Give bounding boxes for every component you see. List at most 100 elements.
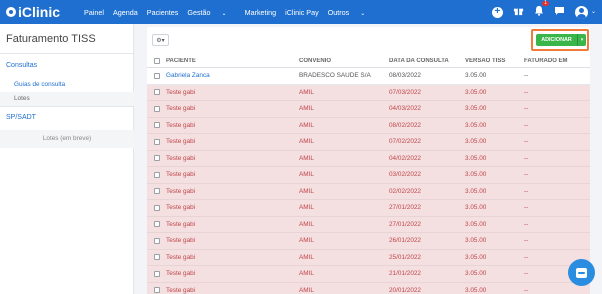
table-row[interactable]: Teste gabi AMIL 04/02/2022 3.05.00 -- xyxy=(147,150,590,167)
cell-data-da-consulta: 26/01/2022 xyxy=(389,237,421,245)
cell-versao-tiss: 3.05.00 xyxy=(465,187,487,195)
column-header-paciente[interactable]: PACIENTE xyxy=(166,58,299,64)
cell-versao-tiss: 3.05.00 xyxy=(465,72,487,80)
cell-paciente[interactable]: Teste gabi xyxy=(166,171,299,178)
row-checkbox[interactable] xyxy=(154,254,160,261)
main-nav: Painel Agenda Pacientes Gestão ⌄ Marketin… xyxy=(84,8,383,17)
nav-item-agenda[interactable]: Agenda xyxy=(113,8,138,17)
gift-icon[interactable] xyxy=(513,5,524,19)
table-row[interactable]: Teste gabi AMIL 07/02/2022 3.05.00 -- xyxy=(147,134,590,151)
nav-item-outros-label: Outros xyxy=(327,7,350,17)
add-button[interactable]: ADICIONAR ▾ xyxy=(536,34,586,46)
notification-badge: 1 xyxy=(542,0,549,6)
row-checkbox-cell xyxy=(147,204,166,211)
cell-versao-tiss: 3.05.00 xyxy=(465,270,487,278)
brand-logo[interactable]: iClinic xyxy=(6,4,60,20)
sidebar-footer-lotes-em-breve: Lotes (em breve) xyxy=(0,130,134,148)
table-row[interactable]: Teste gabi AMIL 04/03/2022 3.05.00 -- xyxy=(147,101,590,118)
chat-bubble-glyph xyxy=(576,267,587,278)
sidebar: Faturamento TISS Consultas Guias de cons… xyxy=(0,24,134,294)
row-checkbox[interactable] xyxy=(154,204,160,211)
bell-icon[interactable]: 1 xyxy=(534,1,549,19)
column-header-data-da-consulta[interactable]: DATA DA CONSULTA xyxy=(389,58,465,64)
cell-paciente[interactable]: Teste gabi xyxy=(166,237,299,244)
sidebar-item-lotes[interactable]: Lotes xyxy=(0,92,134,106)
cell-paciente[interactable]: Teste gabi xyxy=(166,254,299,261)
cell-paciente[interactable]: Teste gabi xyxy=(166,138,299,145)
nav-item-outros[interactable]: Outros ⌄ xyxy=(328,8,375,17)
table-body: Gabriela Zanca BRADESCO SAUDE S/A 08/03/20… xyxy=(147,68,590,294)
cell-faturado-em: -- xyxy=(524,138,529,146)
row-checkbox[interactable] xyxy=(154,171,160,178)
row-checkbox[interactable] xyxy=(154,287,160,294)
table-row[interactable]: Teste gabi AMIL 07/03/2022 3.05.00 -- xyxy=(147,84,590,101)
divider xyxy=(0,106,134,107)
table-row[interactable]: Teste gabi AMIL 20/01/2022 3.05.00 -- xyxy=(147,282,590,294)
cell-paciente[interactable]: Teste gabi xyxy=(166,188,299,195)
cell-convenio: AMIL xyxy=(299,121,314,129)
cell-paciente[interactable]: Gabriela Zanca xyxy=(166,72,299,79)
row-checkbox-cell xyxy=(147,254,166,261)
table-row[interactable]: Teste gabi AMIL 27/01/2022 3.05.00 -- xyxy=(147,216,590,233)
table-row[interactable]: Gabriela Zanca BRADESCO SAUDE S/A 08/03/20… xyxy=(147,68,590,85)
cell-versao-tiss: 3.05.00 xyxy=(465,88,487,96)
table-row[interactable]: Teste gabi AMIL 03/02/2022 3.05.00 -- xyxy=(147,167,590,184)
cell-paciente[interactable]: Teste gabi xyxy=(166,270,299,277)
row-checkbox[interactable] xyxy=(154,221,160,228)
cell-convenio: AMIL xyxy=(299,270,314,278)
add-icon[interactable]: + xyxy=(491,6,503,18)
table-row[interactable]: Teste gabi AMIL 27/01/2022 3.05.00 -- xyxy=(147,200,590,217)
cell-paciente[interactable]: Teste gabi xyxy=(166,155,299,162)
cell-paciente[interactable]: Teste gabi xyxy=(166,204,299,211)
sidebar-section-consultas[interactable]: Consultas xyxy=(6,62,37,69)
sidebar-section-spsadt[interactable]: SP/SADT xyxy=(6,114,36,121)
cell-data-da-consulta: 07/02/2022 xyxy=(389,138,421,146)
nav-item-pacientes[interactable]: Pacientes xyxy=(147,8,179,17)
chevron-down-icon[interactable]: ⌄ xyxy=(591,9,596,15)
row-checkbox[interactable] xyxy=(154,155,160,162)
cell-faturado-em: -- xyxy=(524,105,529,113)
select-all-checkbox-cell xyxy=(147,57,166,64)
top-navbar: iClinic Painel Agenda Pacientes Gestão ⌄ … xyxy=(0,0,602,24)
cell-faturado-em: -- xyxy=(524,204,529,212)
cell-paciente[interactable]: Teste gabi xyxy=(166,105,299,112)
cell-paciente[interactable]: Teste gabi xyxy=(166,221,299,228)
cell-convenio: BRADESCO SAUDE S/A xyxy=(299,72,371,80)
row-checkbox[interactable] xyxy=(154,122,160,129)
nav-item-painel[interactable]: Painel xyxy=(84,8,104,17)
settings-dropdown-button[interactable]: ⚙▾ xyxy=(152,34,169,46)
table-row[interactable]: Teste gabi AMIL 21/01/2022 3.05.00 -- xyxy=(147,266,590,283)
cell-paciente[interactable]: Teste gabi xyxy=(166,287,299,294)
cell-paciente[interactable]: Teste gabi xyxy=(166,89,299,96)
row-checkbox[interactable] xyxy=(154,237,160,244)
row-checkbox[interactable] xyxy=(154,105,160,112)
row-checkbox[interactable] xyxy=(154,270,160,277)
nav-item-gestao[interactable]: Gestão ⌄ xyxy=(187,8,235,17)
cell-convenio: AMIL xyxy=(299,187,314,195)
column-header-convenio[interactable]: CONVÊNIO xyxy=(299,58,389,64)
table-row[interactable]: Teste gabi AMIL 02/02/2022 3.05.00 -- xyxy=(147,183,590,200)
column-header-faturado-em[interactable]: FATURADO EM xyxy=(524,58,590,64)
table-row[interactable]: Teste gabi AMIL 08/02/2022 3.05.00 -- xyxy=(147,117,590,134)
sidebar-item-guias-de-consulta[interactable]: Guias de consulta xyxy=(0,78,134,92)
row-checkbox[interactable] xyxy=(154,188,160,195)
chat-icon[interactable] xyxy=(554,6,565,19)
user-avatar-icon[interactable] xyxy=(574,5,588,19)
row-checkbox[interactable] xyxy=(154,138,160,145)
nav-item-iclinic-pay[interactable]: iClinic Pay xyxy=(285,8,319,17)
select-all-checkbox[interactable] xyxy=(154,57,160,64)
navbar-actions: + 1 ⌄ xyxy=(482,0,596,24)
cell-paciente[interactable]: Teste gabi xyxy=(166,122,299,129)
nav-item-marketing[interactable]: Marketing xyxy=(245,8,277,17)
column-header-versao-tiss[interactable]: VERSÃO TISS xyxy=(465,58,524,64)
cell-data-da-consulta: 07/03/2022 xyxy=(389,88,421,96)
caret-down-icon[interactable]: ▾ xyxy=(577,34,586,46)
main-panel: ⚙▾ ADICIONAR ▾ PACIENTE CONVÊNIO DATA DA… xyxy=(147,27,590,294)
cell-convenio: AMIL xyxy=(299,286,314,294)
row-checkbox[interactable] xyxy=(154,72,160,79)
table-row[interactable]: Teste gabi AMIL 26/01/2022 3.05.00 -- xyxy=(147,233,590,250)
row-checkbox[interactable] xyxy=(154,89,160,96)
table-row[interactable]: Teste gabi AMIL 25/01/2022 3.05.00 -- xyxy=(147,249,590,266)
cell-data-da-consulta: 04/03/2022 xyxy=(389,105,421,113)
chat-bubble-icon[interactable] xyxy=(568,259,595,286)
